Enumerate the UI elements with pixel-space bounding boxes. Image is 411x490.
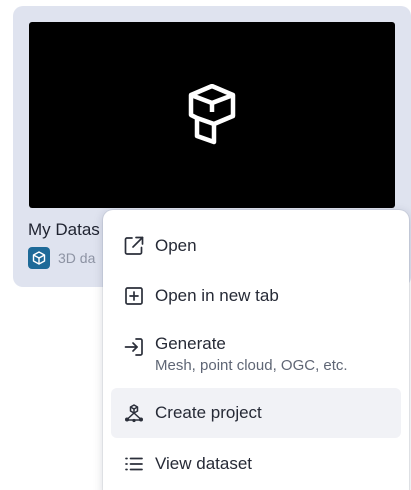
cube-icon <box>32 251 46 265</box>
menu-item-label: Open <box>155 236 197 255</box>
dataset-title[interactable]: My Datas <box>28 220 100 240</box>
dataset-thumbnail[interactable] <box>29 22 395 208</box>
project-nodes-icon <box>123 402 145 424</box>
menu-item-sublabel: Mesh, point cloud, OGC, etc. <box>155 357 348 374</box>
external-link-icon <box>123 235 145 257</box>
dataset-type-label: 3D da <box>58 250 96 266</box>
menu-item-open[interactable]: Open <box>111 228 401 264</box>
list-icon <box>123 453 145 475</box>
menu-item-label: Generate <box>155 334 226 353</box>
menu-item-view-dataset[interactable]: View dataset <box>111 446 401 482</box>
menu-item-generate[interactable]: Generate Mesh, point cloud, OGC, etc. <box>111 332 401 380</box>
dataset-type-badge <box>28 247 50 269</box>
dataset-meta: 3D da <box>28 247 95 269</box>
logo-icon <box>188 84 236 145</box>
menu-item-label: Create project <box>155 403 262 422</box>
menu-item-create-project[interactable]: Create project <box>111 388 401 438</box>
screen: My Datas 3D da Open Open in new tab Gene… <box>0 0 411 490</box>
menu-item-label: View dataset <box>155 454 253 473</box>
plus-square-icon <box>123 285 145 307</box>
arrow-into-icon <box>123 336 145 358</box>
menu-item-text: Generate Mesh, point cloud, OGC, etc. <box>155 334 348 374</box>
context-menu: Open Open in new tab Generate Mesh, poin… <box>103 210 409 490</box>
menu-item-label: Open in new tab <box>155 286 279 305</box>
menu-item-open-new-tab[interactable]: Open in new tab <box>111 278 401 314</box>
